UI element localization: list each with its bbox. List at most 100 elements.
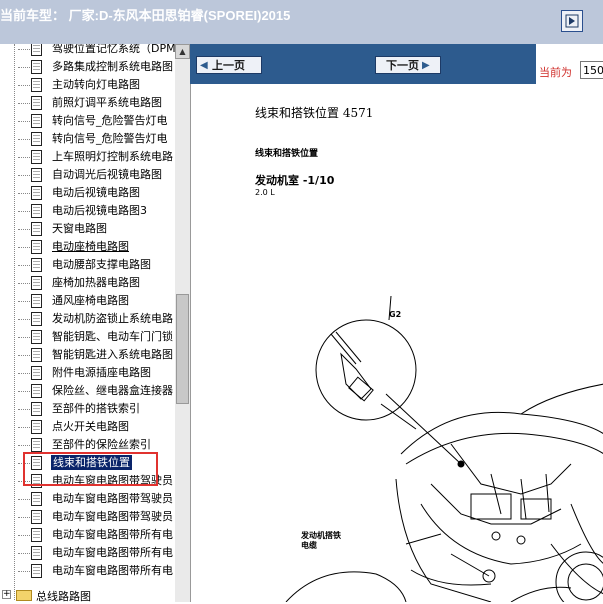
tree-connector — [18, 157, 30, 158]
tree-item[interactable]: 电动后视镜电路图3 — [0, 202, 175, 220]
tree-item[interactable]: 发动机防盗锁止系统电路 — [0, 310, 175, 328]
scroll-up-icon[interactable]: ▲ — [175, 44, 190, 59]
tree-item[interactable]: 电动车窗电路图带所有电 — [0, 562, 175, 580]
arrow-right-icon: ▶ — [422, 59, 430, 71]
document-viewer[interactable]: 线束和搭铁位置 4571 线束和搭铁位置 发动机室 -1/10 2.0 L G2… — [190, 84, 603, 602]
current-vehicle-title: 当前车型： 厂家:D-东风本田思铂睿(SPOREI)2015 — [0, 8, 291, 23]
document-icon — [31, 510, 42, 524]
tree-item-label: 电动后视镜电路图3 — [52, 204, 147, 217]
tree-connector — [18, 517, 30, 518]
tree-item-label: 电动车窗电路图带所有电 — [52, 528, 173, 541]
exit-button[interactable] — [561, 10, 583, 32]
document-icon — [31, 150, 42, 164]
tree-connector — [18, 553, 30, 554]
tree-item-label: 电动座椅电路图 — [52, 240, 129, 253]
document-icon — [31, 528, 42, 542]
document-icon — [31, 312, 42, 326]
tree-item[interactable]: 电动车窗电路图带所有电 — [0, 526, 175, 544]
tree-connector — [18, 373, 30, 374]
tree-connector — [18, 247, 30, 248]
tree-item-label: 电动车窗电路图带所有电 — [52, 564, 173, 577]
tree-item[interactable]: 电动车窗电路图带驾驶员 — [0, 508, 175, 526]
document-icon — [31, 114, 42, 128]
tree-item[interactable]: 电动后视镜电路图 — [0, 184, 175, 202]
document-icon — [31, 420, 42, 434]
next-page-button[interactable]: 下一页 ▶ — [375, 56, 441, 74]
tree-scrollbar[interactable]: ▲ — [175, 44, 190, 602]
document-icon — [31, 258, 42, 272]
tree-connector — [18, 571, 30, 572]
tree-connector — [18, 103, 30, 104]
tree-connector — [18, 319, 30, 320]
scroll-thumb[interactable] — [176, 294, 189, 404]
tree-item[interactable]: 通风座椅电路图 — [0, 292, 175, 310]
tree-item[interactable]: 前照灯调平系统电路图 — [0, 94, 175, 112]
tree-item-label: 发动机防盗锁止系统电路 — [52, 312, 173, 325]
page-number-input[interactable] — [580, 61, 603, 79]
document-icon — [31, 546, 42, 560]
tree-item[interactable]: 主动转向灯电路图 — [0, 76, 175, 94]
document-icon — [31, 222, 42, 236]
tree-item[interactable]: 驾驶位置记忆系统（DPM — [0, 44, 175, 58]
tree-connector — [18, 193, 30, 194]
tree-item-label: 自动调光后视镜电路图 — [52, 168, 162, 181]
tree-item-label: 至部件的搭铁索引 — [52, 402, 140, 415]
tree-item[interactable]: 智能钥匙、电动车门门锁 — [0, 328, 175, 346]
tree-item[interactable]: 电动车窗电路图带所有电 — [0, 544, 175, 562]
tree-item-label: 电动后视镜电路图 — [52, 186, 140, 199]
tree-connector — [18, 283, 30, 284]
tree-item[interactable]: 上车照明灯控制系统电路 — [0, 148, 175, 166]
tree-item[interactable]: 点火开关电路图 — [0, 418, 175, 436]
ground-label-g2: G2 — [389, 310, 402, 319]
tree-item-label: 转向信号_危险警告灯电 — [52, 114, 168, 127]
document-icon — [31, 384, 42, 398]
tree-connector — [18, 121, 30, 122]
tree-expand-icon[interactable]: + — [2, 590, 11, 599]
next-page-label: 下一页 — [386, 59, 419, 72]
tree-item[interactable]: 电动座椅电路图 — [0, 238, 175, 256]
document-icon — [31, 330, 42, 344]
tree-item-label: 多路集成控制系统电路图 — [52, 60, 173, 73]
document-icon — [31, 366, 42, 380]
tree-connector — [18, 355, 30, 356]
tree-item-label: 附件电源插座电路图 — [52, 366, 151, 379]
chapter-tree[interactable]: 驾驶位置记忆系统（DPM 多路集成控制系统电路图主动转向灯电路图 前照灯调平系统电路… — [0, 44, 175, 602]
ground-harness-label-2: 电缆 — [301, 541, 317, 550]
tree-item-label: 驾驶位置记忆系统（DPM — [52, 44, 175, 55]
tree-item-label: 座椅加热器电路图 — [52, 276, 140, 289]
tree-connector — [18, 85, 30, 86]
tree-item[interactable]: 附件电源插座电路图 — [0, 364, 175, 382]
document-icon — [31, 44, 42, 56]
document-icon — [31, 96, 42, 110]
prev-page-button[interactable]: ◀ 上一页 — [196, 56, 262, 74]
engine-bay-diagram — [285, 295, 603, 602]
tree-connector — [18, 301, 30, 302]
folder-icon — [16, 590, 32, 601]
document-icon — [31, 564, 42, 578]
tree-item[interactable]: 多路集成控制系统电路图 — [0, 58, 175, 76]
document-icon — [31, 294, 42, 308]
current-page-label: 当前为 — [539, 66, 572, 79]
exit-icon — [565, 14, 579, 28]
tree-item[interactable]: 保险丝、继电器盒连接器 — [0, 382, 175, 400]
tree-connector — [18, 535, 30, 536]
tree-item[interactable]: 天窗电路图 — [0, 220, 175, 238]
document-icon — [31, 132, 42, 146]
tree-item[interactable]: 智能钥匙进入系统电路图 — [0, 346, 175, 364]
tree-item[interactable]: 电动腰部支撑电路图 — [0, 256, 175, 274]
tree-item-label: 通风座椅电路图 — [52, 294, 129, 307]
tree-item-label: 保险丝、继电器盒连接器 — [52, 384, 173, 397]
tree-item[interactable]: 至部件的搭铁索引 — [0, 400, 175, 418]
tree-item[interactable]: 电动车窗电路图带驾驶员 — [0, 490, 175, 508]
tree-item-label: 电动腰部支撑电路图 — [52, 258, 151, 271]
document-icon — [31, 402, 42, 416]
document-icon — [31, 348, 42, 362]
tree-item[interactable]: 自动调光后视镜电路图 — [0, 166, 175, 184]
tree-item[interactable]: 转向信号_危险警告灯电 — [0, 130, 175, 148]
tree-item-label: 电动车窗电路图带驾驶员 — [52, 510, 173, 523]
tree-item[interactable]: 座椅加热器电路图 — [0, 274, 175, 292]
tree-connector — [18, 175, 30, 176]
tree-item-label: 电动车窗电路图带驾驶员 — [52, 492, 173, 505]
prev-page-label: 上一页 — [212, 59, 245, 72]
tree-item[interactable]: 转向信号_危险警告灯电 — [0, 112, 175, 130]
